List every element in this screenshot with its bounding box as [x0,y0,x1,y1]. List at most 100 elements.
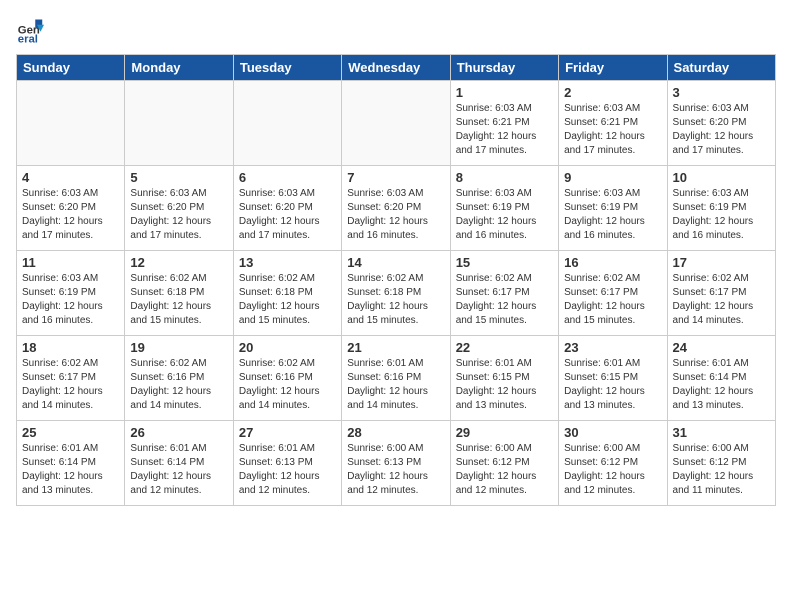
calendar-cell: 9 Sunrise: 6:03 AM Sunset: 6:19 PM Daylig… [559,166,667,251]
day-info: Sunrise: 6:01 AM Sunset: 6:16 PM Dayligh… [347,357,444,413]
calendar-cell: 6Sunrise: 6:03 AM Sunset: 6:20 PM Daylig… [233,166,341,251]
day-number: 13 [239,255,336,270]
day-number: 10 [673,170,770,185]
logo: Gen eral [16,16,48,44]
calendar-cell: 7 Sunrise: 6:03 AM Sunset: 6:20 PM Daylig… [342,166,450,251]
calendar-cell: 29 Sunrise: 6:00 AM Sunset: 6:12 PM Dayli… [450,421,558,506]
day-number: 3 [673,85,770,100]
day-info: Sunrise: 6:01 AM Sunset: 6:13 PM Dayligh… [239,442,336,498]
day-info: Sunrise: 6:01 AM Sunset: 6:14 PM Dayligh… [22,442,119,498]
day-info: Sunrise: 6:02 AM Sunset: 6:16 PM Dayligh… [239,357,336,413]
calendar-cell: 25 Sunrise: 6:01 AM Sunset: 6:14 PM Dayli… [17,421,125,506]
day-info: Sunrise: 6:00 AM Sunset: 6:12 PM Dayligh… [564,442,661,498]
day-number: 2 [564,85,661,100]
calendar-week-row: 4 Sunrise: 6:03 AM Sunset: 6:20 PM Daylig… [17,166,776,251]
day-number: 15 [456,255,553,270]
calendar-week-row: 1 Sunrise: 6:03 AM Sunset: 6:21 PM Daylig… [17,81,776,166]
day-number: 17 [673,255,770,270]
day-number: 16 [564,255,661,270]
calendar-cell [17,81,125,166]
day-info: Sunrise: 6:03 AM Sunset: 6:19 PM Dayligh… [22,272,119,328]
calendar-cell: 10 Sunrise: 6:03 AM Sunset: 6:19 PM Dayli… [667,166,775,251]
calendar-header-monday: Monday [125,55,233,81]
calendar-cell: 19 Sunrise: 6:02 AM Sunset: 6:16 PM Dayli… [125,336,233,421]
calendar-cell: 20 Sunrise: 6:02 AM Sunset: 6:16 PM Dayli… [233,336,341,421]
calendar-cell: 26Sunrise: 6:01 AM Sunset: 6:14 PM Dayli… [125,421,233,506]
day-number: 5 [130,170,227,185]
calendar-cell: 2 Sunrise: 6:03 AM Sunset: 6:21 PM Daylig… [559,81,667,166]
day-number: 25 [22,425,119,440]
day-number: 1 [456,85,553,100]
day-info: Sunrise: 6:02 AM Sunset: 6:18 PM Dayligh… [347,272,444,328]
calendar-cell: 27Sunrise: 6:01 AM Sunset: 6:13 PM Dayli… [233,421,341,506]
day-number: 4 [22,170,119,185]
calendar-header-saturday: Saturday [667,55,775,81]
calendar-cell: 3 Sunrise: 6:03 AM Sunset: 6:20 PM Daylig… [667,81,775,166]
day-info: Sunrise: 6:03 AM Sunset: 6:20 PM Dayligh… [22,187,119,243]
calendar-cell: 1 Sunrise: 6:03 AM Sunset: 6:21 PM Daylig… [450,81,558,166]
calendar-cell: 23 Sunrise: 6:01 AM Sunset: 6:15 PM Dayli… [559,336,667,421]
day-number: 24 [673,340,770,355]
day-number: 20 [239,340,336,355]
calendar-cell: 21 Sunrise: 6:01 AM Sunset: 6:16 PM Dayli… [342,336,450,421]
calendar-cell: 18Sunrise: 6:02 AM Sunset: 6:17 PM Dayli… [17,336,125,421]
day-number: 21 [347,340,444,355]
calendar-header-row: SundayMondayTuesdayWednesdayThursdayFrid… [17,55,776,81]
day-number: 28 [347,425,444,440]
day-info: Sunrise: 6:03 AM Sunset: 6:21 PM Dayligh… [564,102,661,158]
logo-icon: Gen eral [16,16,44,44]
day-info: Sunrise: 6:01 AM Sunset: 6:15 PM Dayligh… [564,357,661,413]
day-info: Sunrise: 6:02 AM Sunset: 6:17 PM Dayligh… [456,272,553,328]
day-number: 9 [564,170,661,185]
day-info: Sunrise: 6:02 AM Sunset: 6:18 PM Dayligh… [239,272,336,328]
calendar-header-tuesday: Tuesday [233,55,341,81]
calendar-cell [233,81,341,166]
calendar-cell: 12 Sunrise: 6:02 AM Sunset: 6:18 PM Dayli… [125,251,233,336]
day-number: 18 [22,340,119,355]
calendar-cell: 8Sunrise: 6:03 AM Sunset: 6:19 PM Daylig… [450,166,558,251]
day-info: Sunrise: 6:02 AM Sunset: 6:17 PM Dayligh… [673,272,770,328]
calendar-cell: 24 Sunrise: 6:01 AM Sunset: 6:14 PM Dayli… [667,336,775,421]
day-number: 19 [130,340,227,355]
day-info: Sunrise: 6:03 AM Sunset: 6:20 PM Dayligh… [673,102,770,158]
day-info: Sunrise: 6:03 AM Sunset: 6:20 PM Dayligh… [347,187,444,243]
day-number: 6 [239,170,336,185]
calendar-cell: 16 Sunrise: 6:02 AM Sunset: 6:17 PM Dayli… [559,251,667,336]
calendar-table: SundayMondayTuesdayWednesdayThursdayFrid… [16,54,776,506]
calendar-cell: 13 Sunrise: 6:02 AM Sunset: 6:18 PM Dayli… [233,251,341,336]
calendar-cell: 22 Sunrise: 6:01 AM Sunset: 6:15 PM Dayli… [450,336,558,421]
calendar-cell: 4 Sunrise: 6:03 AM Sunset: 6:20 PM Daylig… [17,166,125,251]
day-number: 29 [456,425,553,440]
day-number: 11 [22,255,119,270]
day-number: 14 [347,255,444,270]
calendar-header-friday: Friday [559,55,667,81]
page-header: Gen eral [16,16,776,44]
calendar-cell: 30 Sunrise: 6:00 AM Sunset: 6:12 PM Dayli… [559,421,667,506]
day-number: 12 [130,255,227,270]
calendar-cell: 14 Sunrise: 6:02 AM Sunset: 6:18 PM Dayli… [342,251,450,336]
day-info: Sunrise: 6:01 AM Sunset: 6:14 PM Dayligh… [673,357,770,413]
day-info: Sunrise: 6:00 AM Sunset: 6:12 PM Dayligh… [456,442,553,498]
day-info: Sunrise: 6:03 AM Sunset: 6:19 PM Dayligh… [673,187,770,243]
day-info: Sunrise: 6:00 AM Sunset: 6:12 PM Dayligh… [673,442,770,498]
day-info: Sunrise: 6:03 AM Sunset: 6:19 PM Dayligh… [456,187,553,243]
calendar-week-row: 25 Sunrise: 6:01 AM Sunset: 6:14 PM Dayli… [17,421,776,506]
day-number: 23 [564,340,661,355]
calendar-header-wednesday: Wednesday [342,55,450,81]
day-info: Sunrise: 6:03 AM Sunset: 6:19 PM Dayligh… [564,187,661,243]
day-info: Sunrise: 6:03 AM Sunset: 6:20 PM Dayligh… [130,187,227,243]
calendar-cell: 31Sunrise: 6:00 AM Sunset: 6:12 PM Dayli… [667,421,775,506]
day-info: Sunrise: 6:02 AM Sunset: 6:16 PM Dayligh… [130,357,227,413]
day-number: 22 [456,340,553,355]
day-info: Sunrise: 6:01 AM Sunset: 6:14 PM Dayligh… [130,442,227,498]
day-info: Sunrise: 6:01 AM Sunset: 6:15 PM Dayligh… [456,357,553,413]
day-number: 7 [347,170,444,185]
day-info: Sunrise: 6:03 AM Sunset: 6:21 PM Dayligh… [456,102,553,158]
calendar-cell [342,81,450,166]
day-info: Sunrise: 6:02 AM Sunset: 6:17 PM Dayligh… [564,272,661,328]
calendar-week-row: 11 Sunrise: 6:03 AM Sunset: 6:19 PM Dayli… [17,251,776,336]
day-info: Sunrise: 6:02 AM Sunset: 6:18 PM Dayligh… [130,272,227,328]
calendar-week-row: 18Sunrise: 6:02 AM Sunset: 6:17 PM Dayli… [17,336,776,421]
calendar-cell: 17 Sunrise: 6:02 AM Sunset: 6:17 PM Dayli… [667,251,775,336]
day-number: 30 [564,425,661,440]
